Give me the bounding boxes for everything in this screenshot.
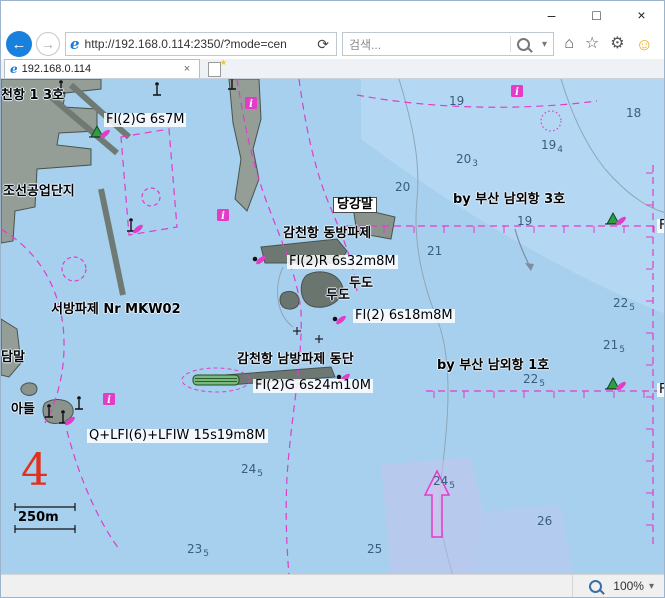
status-bar: 100% ▾ — [1, 574, 664, 597]
depth-sounding: 225 — [523, 373, 544, 388]
depth-sounding: 235 — [187, 543, 208, 558]
chart-label: by 부산 남외항 3호 — [453, 193, 565, 207]
depth-sounding: 203 — [456, 153, 477, 168]
chart-label: 감천항 동방파제 — [283, 227, 371, 241]
gear-icon[interactable]: ⚙ — [610, 36, 624, 52]
chart-label: Q+LFI(6)+LFIW 15s19m8M — [87, 429, 268, 443]
depth-sounding: 245 — [433, 475, 454, 490]
chart-label: 감천항 남방파제 동단 — [237, 353, 354, 367]
depth-sounding: 21 — [427, 245, 442, 258]
depth-sounding: 19 — [517, 215, 532, 228]
tab-bar: e 192.168.0.114 × ★ — [1, 59, 664, 79]
chart-label: 두도 — [326, 289, 350, 303]
chart-label: 담말 — [1, 351, 25, 365]
minimize-button[interactable]: – — [529, 1, 574, 29]
chart-label: F — [657, 383, 665, 397]
search-placeholder: 검색... — [349, 36, 510, 53]
home-icon[interactable]: ⌂ — [564, 36, 574, 52]
new-tab-button[interactable]: ★ — [205, 61, 227, 78]
close-button[interactable]: × — [619, 1, 664, 29]
chart-label: by 부산 남외항 1호 — [437, 359, 549, 373]
search-divider — [510, 36, 511, 52]
title-bar: – □ × — [1, 1, 664, 29]
chart-label: 아들 — [11, 403, 35, 417]
chart-label: 천항 1 3호 — [1, 89, 64, 103]
tab-favicon-icon: e — [10, 63, 18, 75]
chart-label: FI(2)G 6s7M — [104, 113, 186, 127]
zoom-level: 100% — [613, 579, 644, 593]
chart-label: 4 — [21, 449, 49, 493]
chart-label: FI(2) 6s18m8M — [353, 309, 455, 323]
forward-button[interactable]: → — [36, 32, 60, 56]
tab-192-168-0-114[interactable]: e 192.168.0.114 × — [4, 59, 200, 78]
new-tab-star-icon: ★ — [220, 58, 227, 67]
browser-window: – □ × ← → e http://192.168.0.114:2350/?m… — [0, 0, 665, 598]
window-controls: – □ × — [529, 1, 664, 29]
tab-close-icon[interactable]: × — [180, 63, 194, 75]
chart-label: 당강말 — [333, 197, 377, 213]
chart-label: 두도 — [349, 277, 373, 291]
depth-sounding: 245 — [241, 463, 262, 478]
zoom-control[interactable]: 100% ▾ — [572, 575, 664, 597]
address-bar[interactable]: e http://192.168.0.114:2350/?mode=cen ⟳ — [65, 32, 337, 56]
chart-label: 조선공업단지 — [3, 185, 75, 199]
chart-label: FI(2)R 6s32m8M — [287, 255, 398, 269]
tab-label: 192.168.0.114 — [22, 63, 180, 75]
nautical-chart-viewport[interactable]: iiii 천항 1 3호FI(2)G 6s7M조선공업단지당강말감천항 동방파제… — [1, 79, 665, 576]
favorites-star-icon[interactable]: ☆ — [585, 36, 599, 52]
depth-sounding: 25 — [367, 543, 382, 556]
chart-label: FI(2)G 6s24m10M — [253, 379, 373, 393]
maximize-button[interactable]: □ — [574, 1, 619, 29]
depth-sounding: 18 — [626, 107, 641, 120]
url-text[interactable]: http://192.168.0.114:2350/?mode=cen — [85, 37, 315, 51]
chart-labels: 천항 1 3호 FI(2)G 6s7M 조선공업단지당강말감천항 동방파제 FI(2)… — [1, 79, 665, 576]
refresh-icon[interactable]: ⟳ — [314, 36, 332, 53]
depth-sounding: 225 — [613, 297, 634, 312]
chart-label: 250m — [18, 511, 59, 525]
chart-label: 서방파제 Nr MKW02 — [51, 303, 181, 317]
zoom-icon — [589, 580, 602, 593]
depth-sounding: 19 — [449, 95, 464, 108]
search-icon[interactable] — [517, 38, 530, 51]
search-dropdown-icon[interactable]: ▾ — [536, 39, 553, 50]
depth-sounding: 194 — [541, 139, 562, 154]
ie-favicon-icon: e — [70, 37, 80, 52]
toolbar-icons: ⌂ ☆ ⚙ ☺ — [554, 36, 661, 53]
depth-sounding: 26 — [537, 515, 552, 528]
depth-sounding: 215 — [603, 339, 624, 354]
zoom-dropdown-icon[interactable]: ▾ — [649, 581, 654, 592]
chart-label: F — [657, 219, 665, 233]
back-button[interactable]: ← — [6, 31, 32, 57]
search-input[interactable]: 검색... ▾ — [342, 32, 554, 56]
navigation-bar: ← → e http://192.168.0.114:2350/?mode=ce… — [1, 29, 664, 59]
feedback-smiley-icon[interactable]: ☺ — [636, 36, 653, 53]
depth-sounding: 20 — [395, 181, 410, 194]
